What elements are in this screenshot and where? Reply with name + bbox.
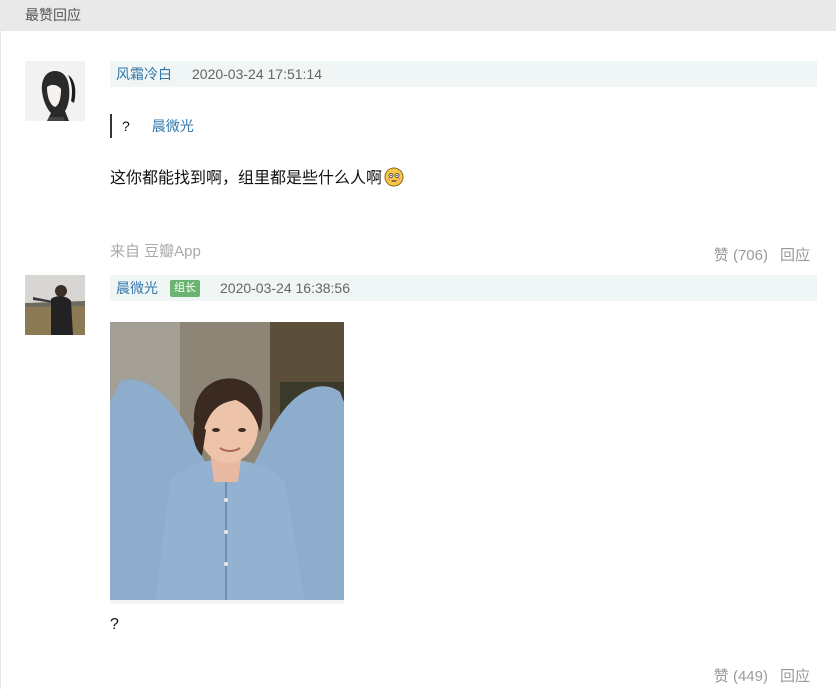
moderator-badge: 组长 xyxy=(170,279,200,297)
avatar[interactable] xyxy=(25,275,85,335)
author-link[interactable]: 风霜冷白 xyxy=(116,64,172,84)
comment-text: ? xyxy=(110,616,119,633)
comment-meta: 晨微光 组长 2020-03-24 16:38:56 xyxy=(110,275,817,301)
quote-text: ? xyxy=(122,118,130,134)
quote-author-link[interactable]: 晨微光 xyxy=(152,114,194,138)
section-header: 最赞回应 xyxy=(0,0,836,31)
page-left-border xyxy=(0,31,1,689)
reply-button[interactable]: 回应 xyxy=(780,665,810,686)
author-link[interactable]: 晨微光 xyxy=(116,278,158,298)
quoted-reply: ? 晨微光 xyxy=(110,114,194,138)
attached-photo[interactable] xyxy=(110,322,344,604)
comment-actions: 赞 (449) 回应 xyxy=(714,665,810,686)
source-label: 来自 豆瓣App xyxy=(110,243,201,260)
comment-text-content: 这你都能找到啊，组里都是些什么人啊 xyxy=(110,170,383,187)
section-title: 最赞回应 xyxy=(25,7,81,23)
like-button[interactable]: 赞 (706) xyxy=(714,244,768,265)
timestamp: 2020-03-24 16:38:56 xyxy=(220,280,350,296)
like-button[interactable]: 赞 (449) xyxy=(714,665,768,686)
comment-actions: 赞 (706) 回应 xyxy=(714,244,810,265)
avatar[interactable] xyxy=(25,61,85,121)
flushed-face-emoji-icon xyxy=(384,167,404,187)
timestamp: 2020-03-24 17:51:14 xyxy=(192,66,322,82)
comment-meta: 风霜冷白 2020-03-24 17:51:14 xyxy=(110,61,817,87)
comment-text: 这你都能找到啊，组里都是些什么人啊 xyxy=(110,167,404,190)
reply-button[interactable]: 回应 xyxy=(780,244,810,265)
